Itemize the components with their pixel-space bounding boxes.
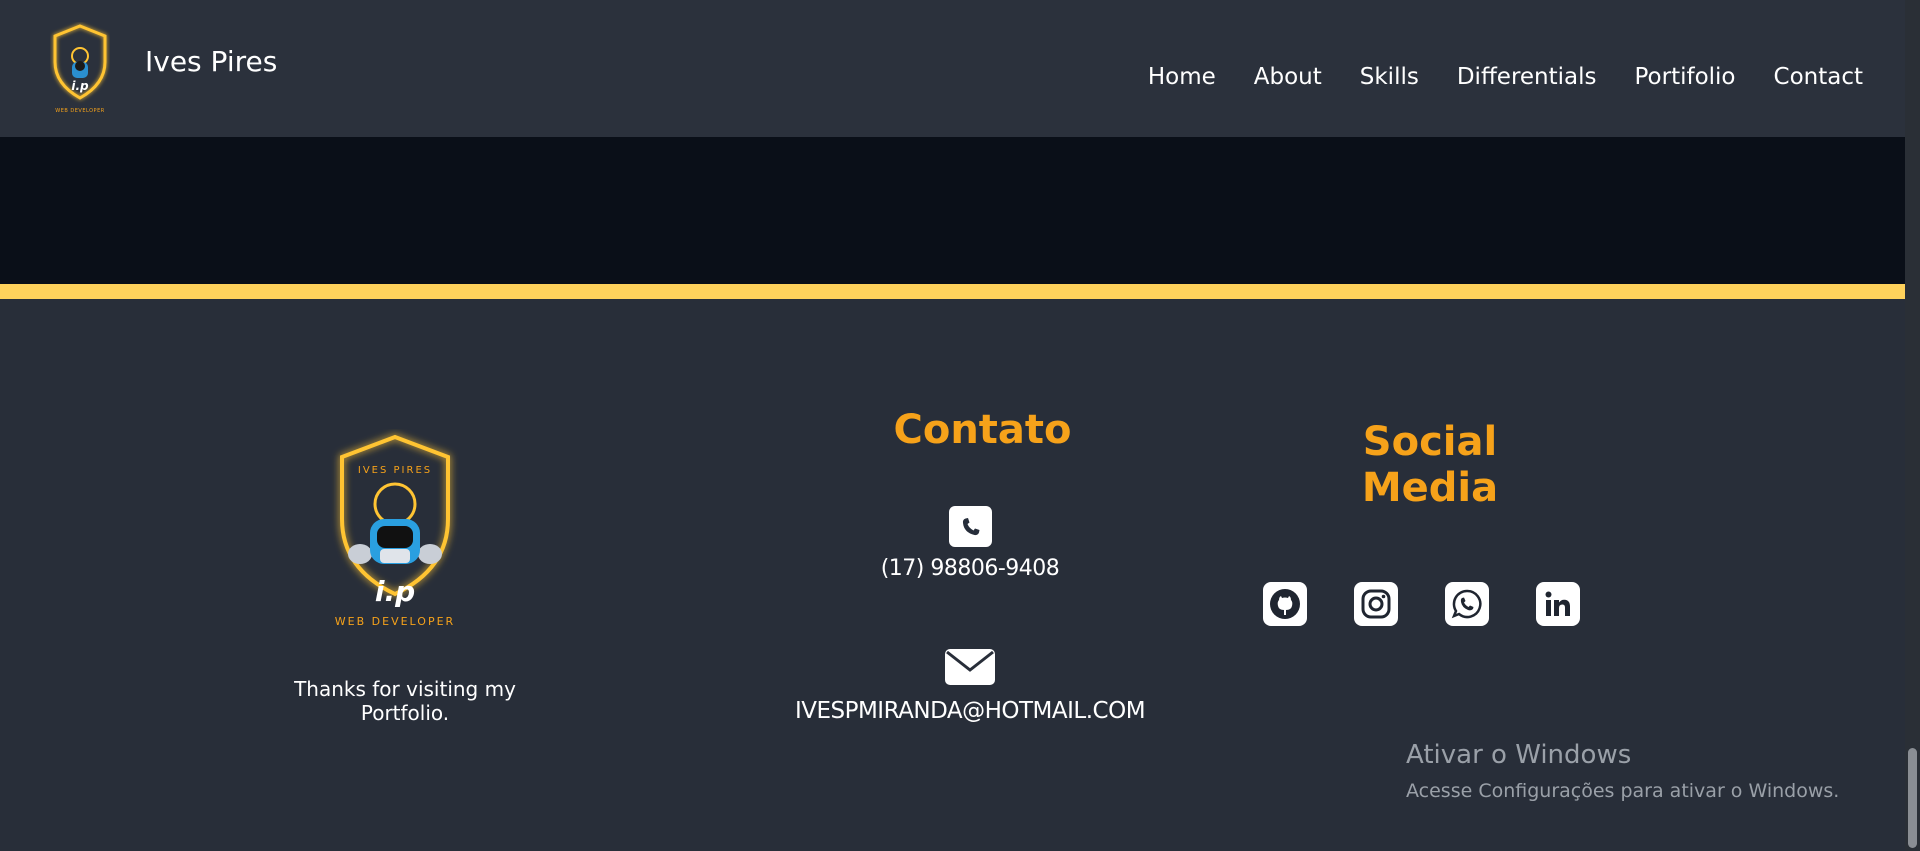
windows-activation-title: Ativar o Windows <box>1406 740 1632 770</box>
linkedin-icon <box>1545 591 1570 616</box>
navbar: i.p WEB DEVELOPER Ives Pires Home About … <box>0 0 1905 137</box>
nav-link-about[interactable]: About <box>1254 64 1322 90</box>
phone-icon <box>962 517 979 535</box>
svg-text:i.p: i.p <box>71 79 89 93</box>
github-icon <box>1270 589 1300 619</box>
windows-activation-subtitle: Acesse Configurações para ativar o Windo… <box>1406 780 1840 802</box>
nav-link-contact[interactable]: Contact <box>1774 64 1863 90</box>
nav-link-portifolio[interactable]: Portifolio <box>1635 64 1736 90</box>
whatsapp-button[interactable] <box>1445 582 1489 626</box>
whatsapp-icon <box>1451 589 1482 619</box>
instagram-button[interactable] <box>1354 582 1398 626</box>
phone-number[interactable]: (17) 98806-9408 <box>860 556 1080 581</box>
social-heading: Social Media <box>1361 419 1499 511</box>
nav-link-home[interactable]: Home <box>1148 64 1216 90</box>
footer-logo-icon: IVES PIRES i.p WEB DEVELOPER <box>335 434 455 628</box>
contact-heading: Contato <box>893 407 1072 453</box>
svg-text:i.p: i.p <box>375 575 415 608</box>
nav-link-skills[interactable]: Skills <box>1360 64 1419 90</box>
phone-button[interactable] <box>949 506 992 547</box>
brand-name[interactable]: Ives Pires <box>145 45 277 78</box>
github-button[interactable] <box>1263 582 1307 626</box>
svg-text:WEB DEVELOPER: WEB DEVELOPER <box>335 615 455 628</box>
envelope-icon[interactable] <box>944 648 996 686</box>
instagram-icon <box>1361 589 1391 619</box>
svg-text:WEB DEVELOPER: WEB DEVELOPER <box>55 108 104 114</box>
social-icon-group <box>1263 582 1580 626</box>
email-address[interactable]: IVESPMIRANDA@HOTMAIL.COM <box>770 698 1170 724</box>
page-scrollbar[interactable] <box>1905 0 1920 851</box>
linkedin-button[interactable] <box>1536 582 1580 626</box>
svg-text:IVES PIRES: IVES PIRES <box>358 465 432 476</box>
section-band <box>0 137 1905 284</box>
divider-stripe <box>0 284 1905 299</box>
nav-link-differentials[interactable]: Differentials <box>1457 64 1597 90</box>
scrollbar-thumb[interactable] <box>1908 748 1917 848</box>
logo-icon[interactable]: i.p WEB DEVELOPER <box>50 22 110 116</box>
nav-menu: Home About Skills Differentials Portifol… <box>1148 64 1863 90</box>
thanks-text: Thanks for visiting my Portfolio. <box>294 677 516 725</box>
